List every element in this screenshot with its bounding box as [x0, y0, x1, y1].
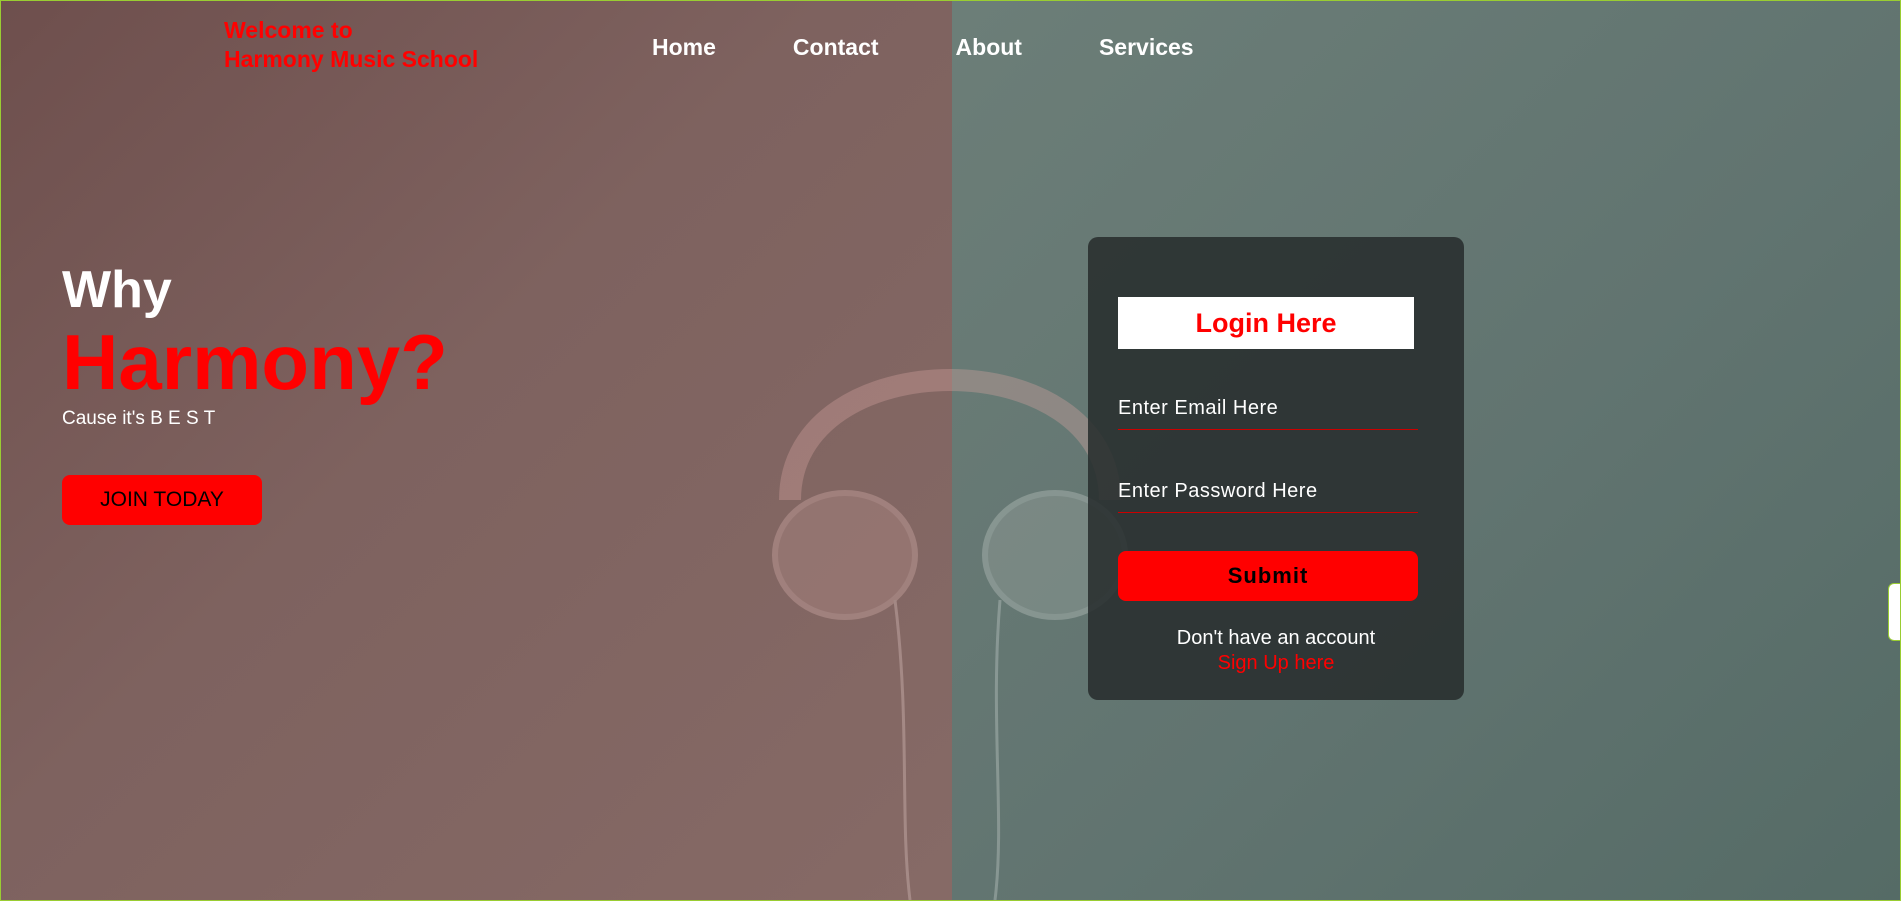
- nav-item-services: Services: [1099, 34, 1271, 61]
- hero-tagline: Cause it's B E S T: [62, 408, 216, 429]
- hero-harmony: Harmony?: [62, 318, 448, 406]
- edge-widget[interactable]: [1888, 583, 1901, 641]
- signup-link[interactable]: Sign Up here: [1088, 652, 1464, 675]
- login-form: Login Here Submit Don't have an account …: [1088, 237, 1464, 700]
- nav-link-about[interactable]: About: [956, 34, 1022, 61]
- nav-link-home[interactable]: Home: [652, 34, 716, 61]
- nav-item-about: About: [956, 34, 1099, 61]
- hero-why: Why: [62, 261, 172, 319]
- brand-line-1: Welcome to: [224, 17, 353, 43]
- headphones-image: [772, 369, 1128, 900]
- password-field[interactable]: [1118, 470, 1418, 513]
- no-account-text: Don't have an account: [1176, 627, 1376, 649]
- hero-section: Why Harmony? Cause it's B E S T: [62, 260, 448, 430]
- main-nav: Home Contact About Services: [652, 34, 1271, 61]
- login-title: Login Here: [1118, 297, 1414, 349]
- join-today-button[interactable]: JOIN TODAY: [62, 475, 262, 525]
- nav-link-contact[interactable]: Contact: [793, 34, 879, 61]
- nav-link-services[interactable]: Services: [1099, 34, 1194, 61]
- nav-item-contact: Contact: [793, 34, 956, 61]
- nav-item-home: Home: [652, 34, 793, 61]
- site-brand: Welcome to Harmony Music School: [224, 16, 478, 74]
- email-field[interactable]: [1118, 387, 1418, 430]
- brand-line-2: Harmony Music School: [224, 46, 479, 72]
- submit-button[interactable]: Submit: [1118, 551, 1418, 601]
